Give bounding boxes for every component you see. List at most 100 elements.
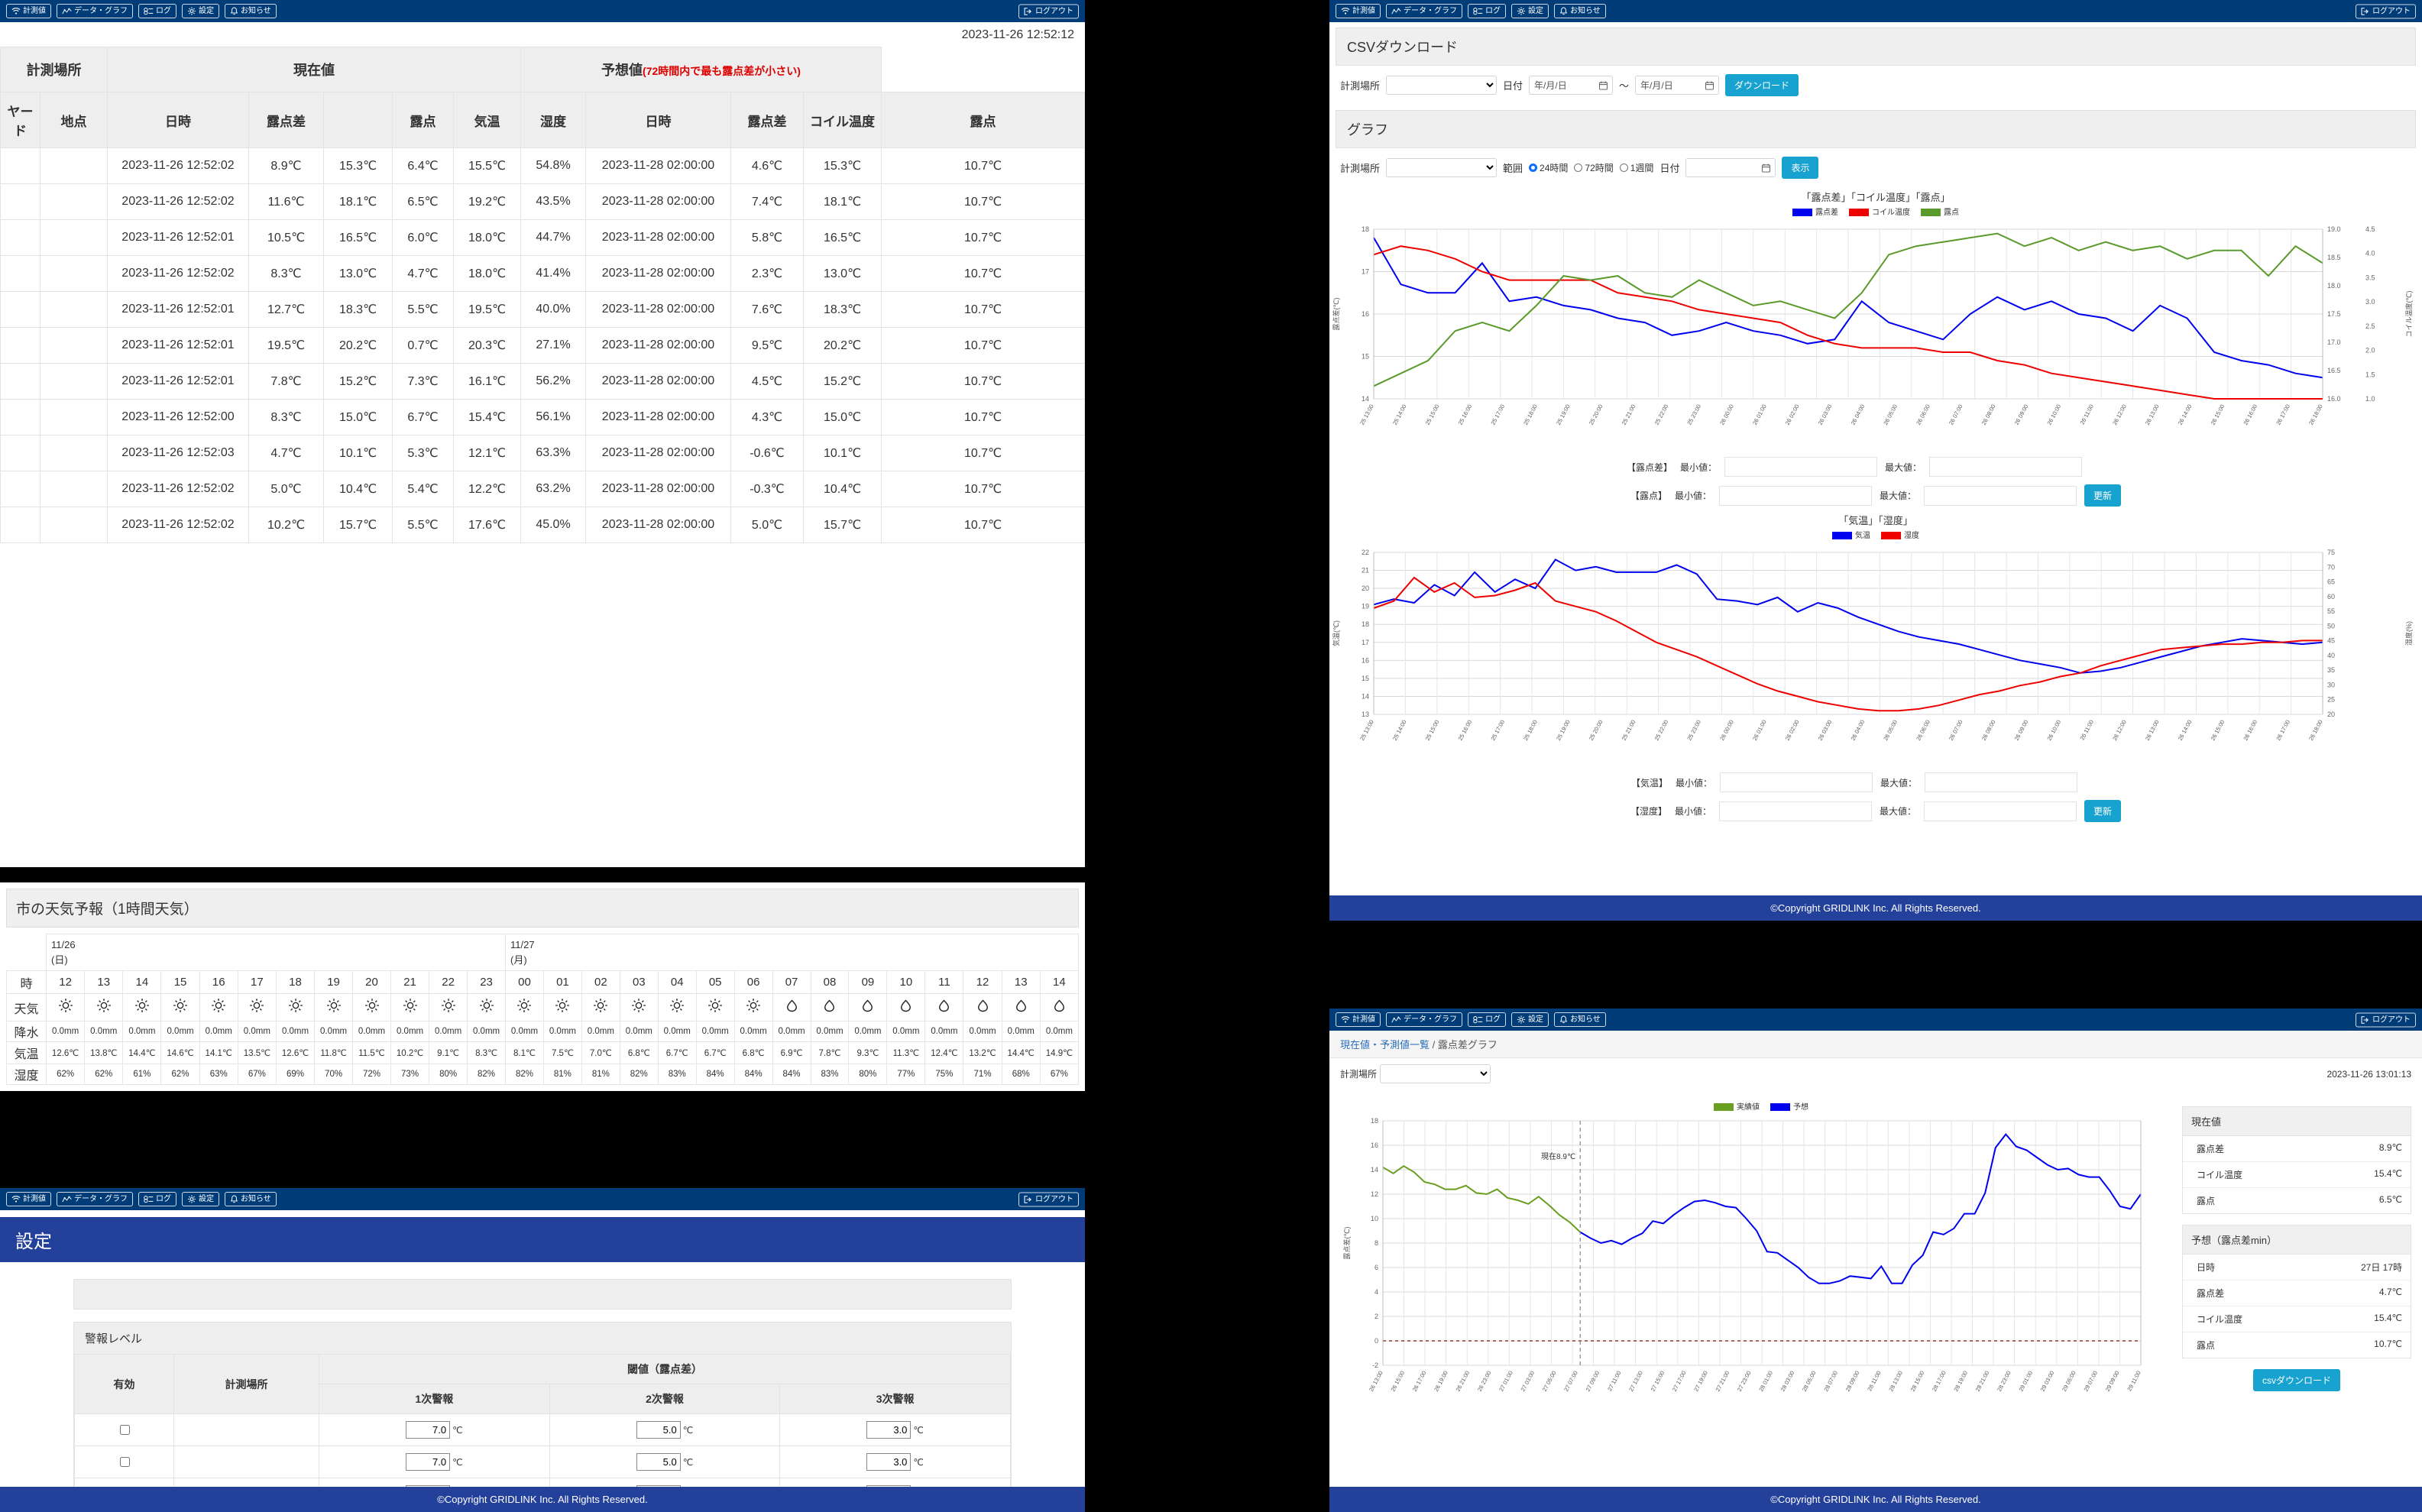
alert-threshold-input[interactable]	[866, 1453, 911, 1471]
svg-text:25 15:00: 25 15:00	[1424, 719, 1441, 742]
weather-cell	[314, 993, 354, 1021]
svg-text:30: 30	[2327, 681, 2335, 688]
chart2-temp-min-input[interactable]	[1720, 772, 1873, 792]
graph-date-input[interactable]	[1685, 158, 1776, 177]
sun-icon	[364, 999, 379, 1012]
csv-date-from[interactable]: 年/月/日	[1529, 76, 1614, 95]
csv-download-button-d[interactable]: csvダウンロード	[2252, 1369, 2340, 1391]
alert-threshold-cell: ℃	[319, 1446, 550, 1478]
cell-f_dpdiff: 4.6℃	[730, 147, 804, 184]
range-72h-radio[interactable]	[1574, 164, 1583, 172]
range-1week-radio[interactable]	[1619, 164, 1628, 172]
alert-enabled-checkbox[interactable]	[119, 1425, 130, 1435]
weather-cell: 0.0mm	[619, 1021, 659, 1042]
nav-item-measurements-b[interactable]: 計測値	[6, 1192, 51, 1206]
svg-text:26 06:00: 26 06:00	[1915, 403, 1931, 426]
chart1-dpdiff-max-input[interactable]	[1929, 457, 2083, 477]
svg-text:25 20:00: 25 20:00	[1588, 719, 1604, 742]
cell-f_coil: 20.2℃	[803, 327, 882, 364]
weather-cell: 14.4℃	[122, 1041, 162, 1064]
chart2-hum-min-input[interactable]	[1719, 801, 1872, 821]
alert-threshold-input[interactable]	[636, 1453, 681, 1471]
alert-unit: ℃	[913, 1425, 924, 1436]
cell-f_dpdiff: 7.6℃	[730, 291, 804, 328]
cell-hum: 63.2%	[520, 471, 586, 507]
svg-text:28 01:00: 28 01:00	[1757, 1370, 1774, 1393]
svg-text:露点差(℃): 露点差(℃)	[1342, 1226, 1351, 1259]
svg-text:17.5: 17.5	[2327, 310, 2341, 318]
nav-item-settings[interactable]: 設定	[182, 4, 219, 18]
svg-text:28 19:00: 28 19:00	[1952, 1370, 1969, 1393]
graph-location-label: 計測場所	[1340, 163, 1381, 174]
nav-item-settings-d[interactable]: 設定	[1511, 1012, 1549, 1027]
nav-item-data-graph-d[interactable]: データ・グラフ	[1386, 1012, 1462, 1027]
range-option-72h[interactable]: 72時間	[1574, 161, 1614, 174]
nav-item-notices-b[interactable]: お知らせ	[225, 1192, 277, 1206]
logout-button-b[interactable]: ログアウト	[1018, 1192, 1079, 1206]
nav-item-data-graph-b[interactable]: データ・グラフ	[57, 1192, 133, 1206]
csv-download-button[interactable]: ダウンロード	[1725, 74, 1799, 96]
alert-threshold-input[interactable]	[406, 1421, 451, 1439]
nav-item-measurements[interactable]: 計測値	[6, 4, 51, 18]
chart2-update-button[interactable]: 更新	[2084, 800, 2122, 822]
nav-item-measurements-c[interactable]: 計測値	[1336, 4, 1381, 18]
panelD-side: 現在値 露点差 8.9℃ コイル温度 15.4℃ 露点 6.5℃ 予想（露点差min） 日…	[2182, 1089, 2411, 1444]
graph-show-button[interactable]: 表示	[1782, 157, 1819, 179]
nav-item-measurements-d[interactable]: 計測値	[1336, 1012, 1381, 1027]
csv-date-to[interactable]: 年/月/日	[1635, 76, 1720, 95]
chart1-dew-max-input[interactable]	[1924, 485, 2077, 506]
nav-item-log[interactable]: ログ	[138, 4, 176, 18]
svg-text:16: 16	[1362, 656, 1369, 664]
panelD-location-select[interactable]	[1380, 1064, 1491, 1083]
cell-temp: 12.2℃	[453, 471, 521, 507]
range-option-24h[interactable]: 24時間	[1529, 161, 1568, 174]
nav-item-notices-c[interactable]: お知らせ	[1554, 4, 1606, 18]
nav-item-data-graph-c[interactable]: データ・グラフ	[1386, 4, 1462, 18]
weather-cell	[275, 993, 316, 1021]
csv-location-label: 計測場所	[1340, 80, 1381, 92]
graph-location-select[interactable]	[1386, 158, 1498, 177]
svg-text:27 05:00: 27 05:00	[1541, 1370, 1558, 1393]
logout-button-d[interactable]: ログアウト	[2356, 1012, 2416, 1027]
breadcrumb-item-0[interactable]: 現在値・予測値一覧	[1340, 1039, 1430, 1051]
chart2-hum-max-input[interactable]	[1924, 801, 2077, 821]
alert-threshold-input[interactable]	[866, 1421, 911, 1439]
range-option-1week[interactable]: 1週間	[1619, 161, 1653, 174]
nav-item-data-graph[interactable]: データ・グラフ	[57, 4, 133, 18]
chart2-temp-max-input[interactable]	[1925, 772, 2078, 792]
svg-text:26 16:00: 26 16:00	[2242, 719, 2258, 742]
logout-button-c[interactable]: ログアウト	[2356, 4, 2416, 18]
cell-yard	[0, 435, 40, 471]
side-row-value: 4.7℃	[2378, 1287, 2402, 1297]
alert-enabled-checkbox[interactable]	[119, 1457, 130, 1467]
nav-item-settings-b[interactable]: 設定	[182, 1192, 219, 1206]
nav-item-log-c[interactable]: ログ	[1468, 4, 1506, 18]
svg-text:28 13:00: 28 13:00	[1887, 1370, 1904, 1393]
cell-f_coil: 13.0℃	[803, 255, 882, 292]
weather-hours-row: 時 12 13 14 15 16 17 18 19 20 21 22 23 00 01 02 03 04 05 06 0…	[6, 970, 1080, 994]
nav-item-notices-d[interactable]: お知らせ	[1554, 1012, 1606, 1027]
cell-f_coil: 10.4℃	[803, 471, 882, 507]
nav-item-settings-c[interactable]: 設定	[1511, 4, 1549, 18]
chart-scatter-icon	[62, 1196, 72, 1203]
range-24h-radio[interactable]	[1529, 164, 1538, 172]
chart2-legend-item-0: 気温	[1832, 529, 1870, 540]
col-datetime: 日時	[107, 92, 249, 148]
nav-item-log-d[interactable]: ログ	[1468, 1012, 1506, 1027]
nav-item-log-b[interactable]: ログ	[138, 1192, 176, 1206]
col-f-datetime: 日時	[585, 92, 731, 148]
table-row: 2023-11-26 12:52:00 8.3℃ 15.0℃ 6.7℃ 15.4℃ 56.…	[0, 399, 1085, 435]
weather-cell: 04	[657, 970, 697, 994]
chart1-dpdiff-min-input[interactable]	[1724, 457, 1877, 477]
breadcrumb-separator: /	[1432, 1039, 1436, 1051]
logout-button[interactable]: ログアウト	[1018, 4, 1079, 18]
alert-threshold-input[interactable]	[406, 1453, 451, 1471]
chart1-dew-min-input[interactable]	[1719, 485, 1872, 506]
cell-temp: 15.5℃	[453, 147, 521, 184]
chart1-update-button[interactable]: 更新	[2084, 484, 2122, 507]
nav-item-notices[interactable]: お知らせ	[225, 4, 277, 18]
alert-threshold-input[interactable]	[636, 1421, 681, 1439]
nav-item-measurements-d-label: 計測値	[1352, 1015, 1375, 1024]
weather-cell	[237, 993, 277, 1021]
csv-location-select[interactable]	[1386, 76, 1498, 95]
